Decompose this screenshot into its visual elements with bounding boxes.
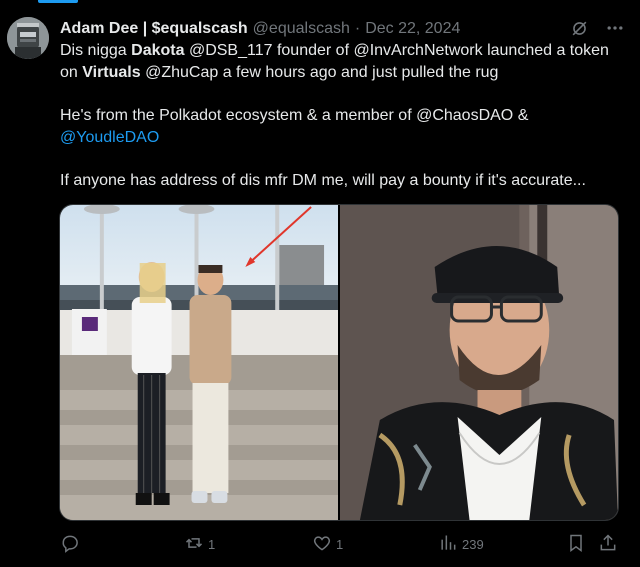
action-bar: 1 1 239 (60, 532, 620, 556)
bookmark-icon (566, 533, 586, 556)
tweet-text: Dis nigga Dakota @DSB_117 founder of @In… (60, 40, 630, 192)
paragraph-3: If anyone has address of dis mfr DM me, … (60, 172, 586, 189)
bookmark-button[interactable] (566, 533, 586, 556)
author-handle[interactable]: @equalscash (253, 20, 350, 38)
grok-icon[interactable] (568, 17, 590, 39)
tweet-date[interactable]: Dec 22, 2024 (365, 20, 460, 38)
share-icon (598, 533, 618, 556)
bold-text: Virtuals (82, 64, 141, 81)
text-segment: @ZhuCap a few hours ago and just pulled … (140, 64, 499, 81)
bold-text: Dakota (131, 42, 185, 59)
text-segment: He's from the Polkadot ecosystem & a mem… (60, 107, 529, 124)
media-grid[interactable] (59, 204, 619, 521)
heart-icon (312, 533, 332, 556)
retweet-icon (184, 533, 204, 556)
mention-link[interactable]: @YoudleDAO (60, 129, 159, 146)
views-icon (438, 533, 458, 556)
retweet-count: 1 (208, 536, 216, 552)
tweet-header: Adam Dee | $equalscash @equalscash · Dec… (60, 17, 626, 41)
avatar[interactable] (7, 17, 49, 59)
photo-right[interactable] (340, 205, 618, 520)
like-count: 1 (336, 536, 344, 552)
paragraph-2: He's from the Polkadot ecosystem & a mem… (60, 105, 630, 149)
reply-button[interactable] (60, 533, 84, 556)
header-actions (568, 17, 626, 39)
text-segment: on (60, 64, 83, 81)
tweet-card[interactable]: Adam Dee | $equalscash @equalscash · Dec… (0, 0, 640, 567)
paragraph-1: Dis nigga Dakota @DSB_117 founder of @In… (60, 40, 630, 84)
text-segment: Dis nigga (60, 42, 132, 59)
author-name[interactable]: Adam Dee | $equalscash (60, 20, 248, 38)
views-count: 239 (462, 536, 484, 552)
reply-icon (60, 533, 80, 556)
separator: · (354, 20, 361, 37)
like-button[interactable]: 1 (312, 533, 343, 556)
text-segment: @DSB_117 founder of @InvArchNetwork laun… (184, 42, 609, 59)
more-icon[interactable] (604, 17, 626, 39)
photo-left[interactable] (60, 205, 338, 520)
share-button[interactable] (598, 533, 618, 556)
retweet-button[interactable]: 1 (184, 533, 215, 556)
views-button[interactable]: 239 (438, 533, 484, 556)
